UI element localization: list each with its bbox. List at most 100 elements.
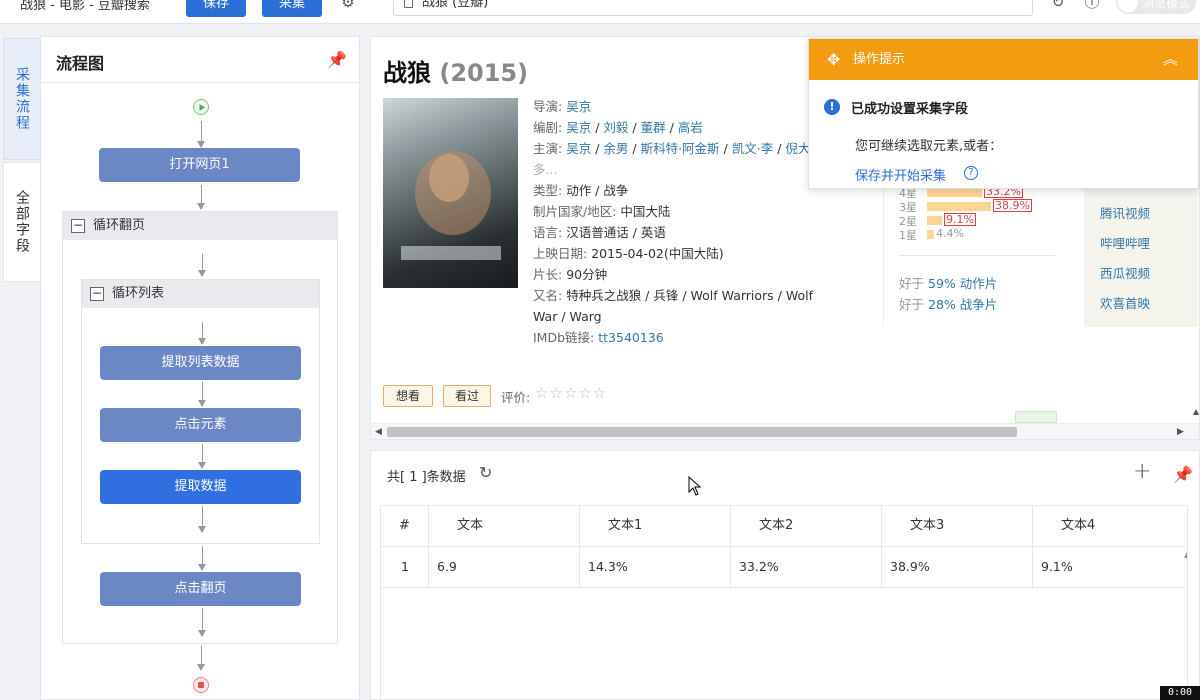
- table-cell[interactable]: 33.2%: [731, 547, 882, 587]
- movie-poster[interactable]: [383, 98, 518, 288]
- data-table: # 文本 文本1 文本2 文本3 文本4 1 6.9 14.3% 33.2% 3…: [380, 505, 1188, 700]
- rate-label: 评价:: [501, 390, 531, 405]
- toggle-knob: [1118, 0, 1138, 12]
- flow-arrow: [198, 506, 206, 533]
- scroll-up-icon[interactable]: ▲: [1193, 407, 1199, 416]
- cast-link[interactable]: 倪大: [785, 141, 810, 156]
- recommend-badge: [1015, 411, 1057, 423]
- question-icon[interactable]: ?: [964, 166, 978, 180]
- better-than-action-link[interactable]: 59% 动作片: [928, 276, 997, 291]
- movie-info: 导演: 吴京 编剧: 吴京 / 刘毅 / 董群 / 高岩 主演: 吴京 / 余男…: [533, 96, 833, 348]
- writer-link[interactable]: 董群: [641, 120, 666, 135]
- table-cell[interactable]: 38.9%: [882, 547, 1033, 587]
- flowchart-header: 流程图 📌: [41, 37, 359, 83]
- better-than-war-link[interactable]: 28% 战争片: [928, 297, 997, 312]
- task-title: 战狼 - 电影 - 豆瓣搜索: [20, 0, 150, 13]
- column-header[interactable]: 文本4: [1033, 506, 1183, 546]
- browse-mode-toggle[interactable]: 浏览模式: [1116, 0, 1196, 14]
- aka: 特种兵之战狼 / 兵锋 / Wolf Warriors / Wolf War /…: [533, 288, 813, 324]
- collect-button[interactable]: 采集: [262, 0, 322, 17]
- pin-icon[interactable]: 📌: [327, 50, 347, 69]
- address-bar[interactable]: 战狼 (豆瓣): [393, 0, 1033, 16]
- collapse-chevron-icon[interactable]: ︽: [1163, 39, 1178, 80]
- loop-page-header[interactable]: − 循环翻页: [63, 212, 337, 240]
- tip-header[interactable]: ✥ 操作提示 ︽: [809, 39, 1198, 80]
- node-click-element[interactable]: 点击元素: [100, 408, 301, 442]
- node-extract-data[interactable]: 提取数据: [100, 470, 301, 504]
- column-header[interactable]: 文本: [429, 506, 580, 546]
- table-cell[interactable]: 6.9: [429, 547, 580, 587]
- flow-arrow: [198, 546, 206, 571]
- more-cast-link[interactable]: 多...: [533, 159, 833, 180]
- rating-row-2: 2星 9.1%: [899, 213, 976, 228]
- column-header[interactable]: 文本1: [580, 506, 731, 546]
- row-divider: [381, 587, 1183, 588]
- timer-badge: 0:00: [1160, 686, 1200, 700]
- watched-button[interactable]: 看过: [443, 385, 491, 407]
- tab-all-fields[interactable]: 全部字段: [3, 162, 40, 282]
- node-extract-list[interactable]: 提取列表数据: [100, 346, 301, 380]
- page-icon: [404, 0, 413, 8]
- tip-description: 您可继续选取元素,或者：: [855, 139, 1003, 154]
- cast-link[interactable]: 斯科特·阿金斯: [641, 141, 720, 156]
- info-icon: !: [824, 99, 840, 115]
- flow-arrow: [198, 608, 206, 637]
- movie-year: (2015): [439, 59, 529, 87]
- scroll-left-icon[interactable]: ◀: [375, 427, 382, 437]
- table-cell[interactable]: 1: [381, 547, 429, 587]
- save-button[interactable]: 保存: [186, 0, 246, 17]
- refresh-icon[interactable]: ↻: [1048, 0, 1068, 12]
- release-date: 2015-04-02(中国大陆): [591, 246, 724, 261]
- cast-link[interactable]: 余男: [603, 141, 628, 156]
- imdb-link[interactable]: tt3540136: [598, 330, 663, 345]
- node-open-page[interactable]: 打开网页1: [99, 148, 300, 182]
- better-than: 好于 59% 动作片 好于 28% 战争片: [899, 276, 998, 312]
- operation-tip-panel: ✥ 操作提示 ︽ ! 已成功设置采集字段 您可继续选取元素,或者： 保存并开始采…: [808, 38, 1199, 189]
- horizontal-scrollbar[interactable]: ◀ ▶: [371, 423, 1199, 439]
- help-icon[interactable]: ⓘ: [1082, 0, 1102, 12]
- move-icon[interactable]: ✥: [827, 39, 840, 80]
- tip-success-text: 已成功设置采集字段: [851, 102, 969, 117]
- collapse-icon[interactable]: −: [90, 287, 104, 301]
- table-cell[interactable]: 9.1%: [1033, 547, 1183, 587]
- tab-workflow[interactable]: 采集流程: [3, 38, 40, 160]
- language: 汉语普通话 / 英语: [566, 225, 666, 240]
- collapse-icon[interactable]: −: [71, 219, 85, 233]
- scroll-up-icon[interactable]: ▲: [1184, 550, 1187, 559]
- column-header: #: [381, 506, 429, 546]
- director-link[interactable]: 吴京: [566, 99, 591, 114]
- mouse-cursor-icon: [688, 475, 702, 496]
- pin-icon[interactable]: 📌: [1173, 465, 1193, 484]
- divider: [899, 255, 1055, 256]
- node-click-next-page[interactable]: 点击翻页: [100, 572, 301, 606]
- runtime: 90分钟: [566, 267, 608, 282]
- flow-arrow: [197, 646, 205, 671]
- save-and-start-link[interactable]: 保存并开始采集: [855, 165, 946, 184]
- writer-link[interactable]: 吴京: [566, 120, 591, 135]
- flow-arrow: [198, 444, 206, 469]
- rating-stars-input[interactable]: ☆☆☆☆☆: [535, 384, 607, 402]
- loop-list-header[interactable]: − 循环列表: [82, 280, 319, 308]
- writer-link[interactable]: 刘毅: [603, 120, 628, 135]
- settings-gear-icon[interactable]: ⚙: [338, 0, 358, 12]
- table-cell[interactable]: 14.3%: [580, 547, 731, 587]
- cast-link[interactable]: 吴京: [566, 141, 591, 156]
- browse-mode-label: 浏览模式: [1142, 0, 1191, 10]
- column-header[interactable]: 文本3: [882, 506, 1033, 546]
- column-header[interactable]: 文本2: [731, 506, 882, 546]
- platform-link[interactable]: 腾讯视频: [1100, 203, 1150, 222]
- platform-link[interactable]: 欢喜首映: [1100, 293, 1150, 312]
- cutoff-links: [383, 415, 1183, 423]
- want-to-watch-button[interactable]: 想看: [383, 385, 433, 407]
- loop-list-block: − 循环列表 提取列表数据 点击元素 提取数据: [81, 279, 320, 544]
- rating-row-3: 3星 38.9%: [899, 199, 1032, 214]
- platform-link[interactable]: 西瓜视频: [1100, 263, 1150, 282]
- scroll-thumb[interactable]: [387, 427, 1017, 437]
- scroll-right-icon[interactable]: ▶: [1177, 427, 1184, 437]
- cast-link[interactable]: 凯文·李: [732, 141, 773, 156]
- platform-link[interactable]: 哔哩哔哩: [1100, 233, 1150, 252]
- add-field-icon[interactable]: +: [1133, 459, 1151, 484]
- divider: [883, 187, 884, 327]
- refresh-data-icon[interactable]: ↻: [479, 463, 492, 482]
- writer-link[interactable]: 高岩: [678, 120, 703, 135]
